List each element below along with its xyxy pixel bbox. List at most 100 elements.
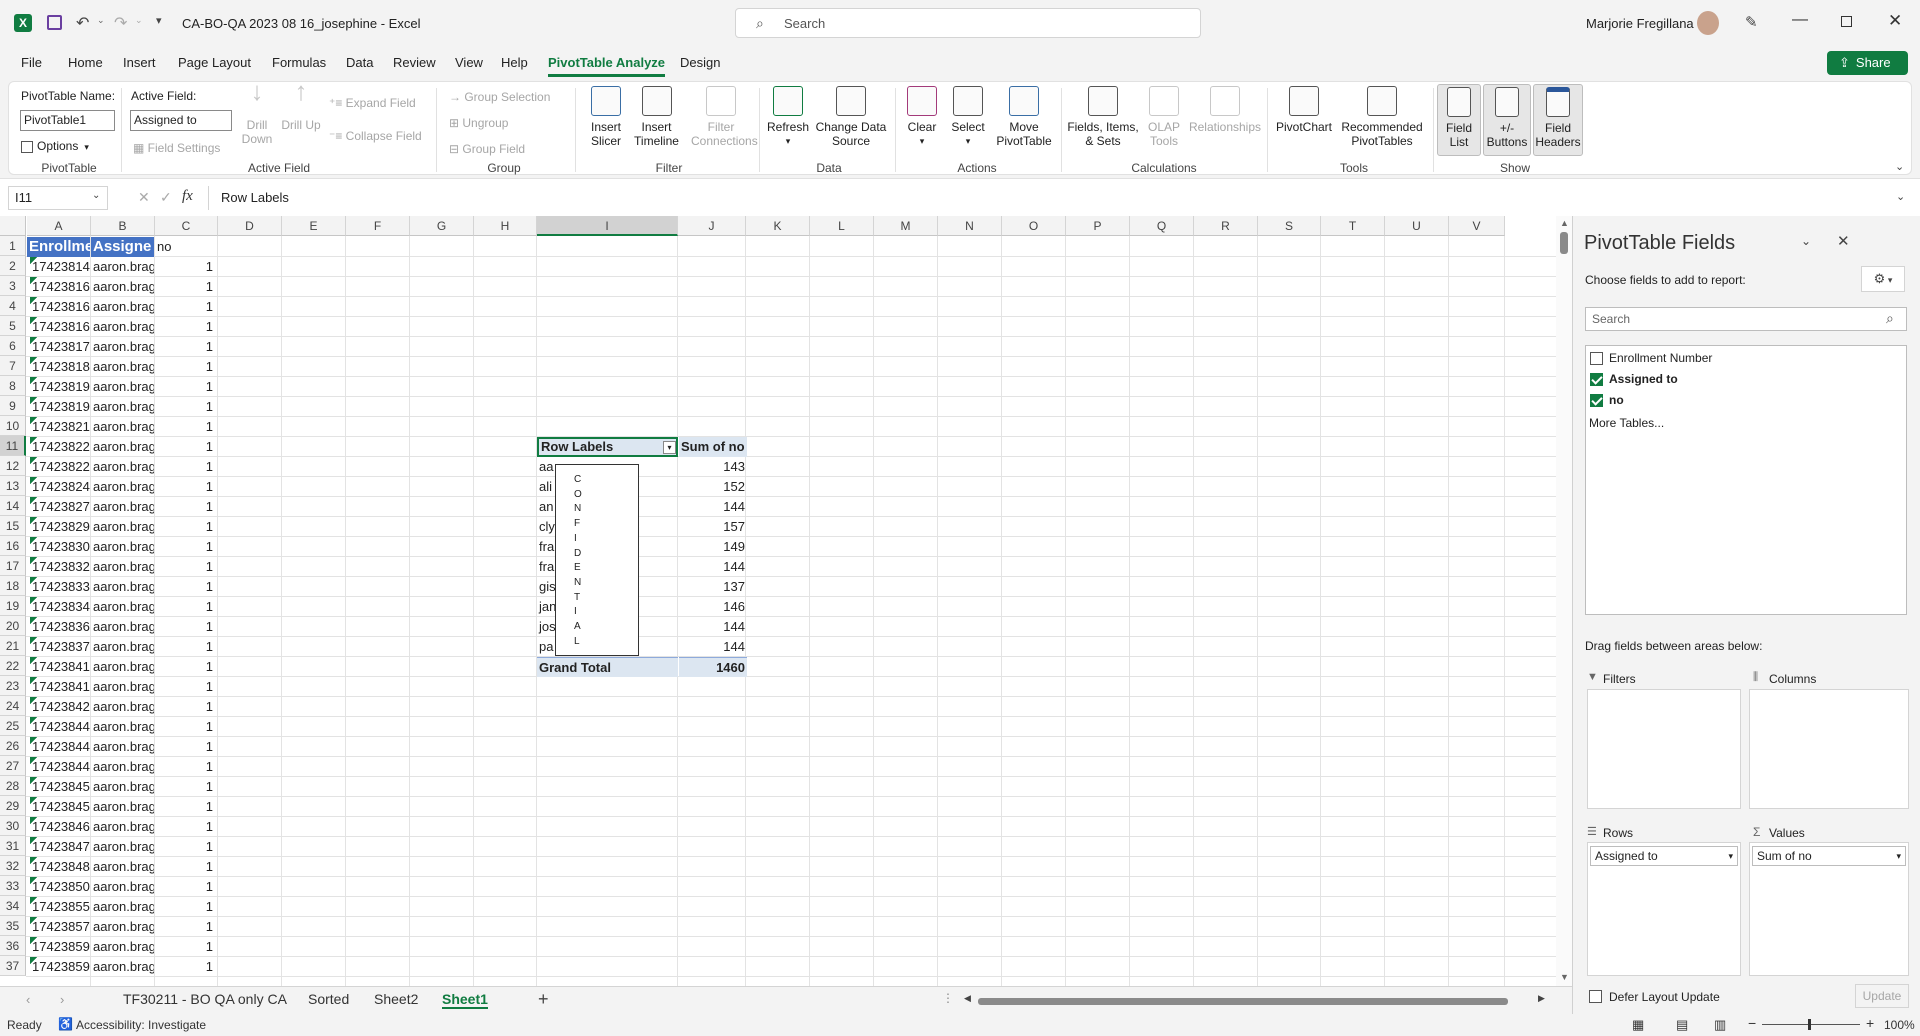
row-header-2[interactable]: 2 <box>0 256 26 276</box>
cell-assigned[interactable]: aaron.brag <box>91 857 154 877</box>
options-button[interactable]: Options ▾ <box>21 139 89 153</box>
cell-enrollment[interactable]: 174238410 <box>27 657 90 677</box>
cell-assigned[interactable]: aaron.brag <box>91 297 154 317</box>
drill-down-button[interactable]: ↓ Drill Down <box>237 78 277 146</box>
cell-no[interactable]: 1 <box>155 897 217 917</box>
cell-assigned[interactable]: aaron.brag <box>91 917 154 937</box>
cell-enrollment[interactable]: 174238451 <box>27 777 90 797</box>
cell-enrollment[interactable]: 174238578 <box>27 917 90 937</box>
row-header-37[interactable]: 37 <box>0 956 26 976</box>
cell-assigned[interactable]: aaron.brag <box>91 357 154 377</box>
cell-no[interactable]: 1 <box>155 577 217 597</box>
zoom-in-icon[interactable]: + <box>1866 1015 1874 1031</box>
accessibility-status[interactable]: Accessibility: Investigate <box>76 1018 206 1032</box>
menu-home[interactable]: Home <box>68 55 103 70</box>
cell-enrollment[interactable]: 174238475 <box>27 837 90 857</box>
field-search-input[interactable]: Search ⌕ <box>1585 307 1907 331</box>
tab-sheet2[interactable]: Sheet2 <box>374 991 418 1007</box>
row-header-29[interactable]: 29 <box>0 796 26 816</box>
olap-tools-button[interactable]: OLAP Tools <box>1141 86 1187 148</box>
zoom-slider[interactable] <box>1762 1024 1860 1025</box>
cell-enrollment[interactable]: 174238223 <box>27 457 90 477</box>
row-header-6[interactable]: 6 <box>0 336 26 356</box>
cell-c1[interactable]: no <box>155 237 217 257</box>
filters-area[interactable] <box>1587 689 1741 809</box>
column-header-s[interactable]: S <box>1258 216 1321 236</box>
insert-function-icon[interactable]: fx <box>182 188 193 205</box>
select-all-corner[interactable] <box>0 216 26 236</box>
pane-options-chevron-icon[interactable]: ⌄ <box>1801 234 1811 248</box>
cell-assigned[interactable]: aaron.brag <box>91 497 154 517</box>
undo-icon[interactable]: ↶ <box>76 13 89 33</box>
menu-data[interactable]: Data <box>346 55 373 70</box>
cell-assigned[interactable]: aaron.brag <box>91 697 154 717</box>
cell-assigned[interactable]: aaron.brag <box>91 737 154 757</box>
cell-b1[interactable]: Assigne <box>91 237 154 257</box>
row-header-12[interactable]: 12 <box>0 456 26 476</box>
pivot-row-value[interactable]: 137 <box>679 577 747 597</box>
cell-no[interactable]: 1 <box>155 437 217 457</box>
expand-field-button[interactable]: ⁺≡ Expand Field <box>329 96 416 110</box>
pen-icon[interactable]: ✎ <box>1745 13 1758 31</box>
values-area[interactable]: Sum of no ▾ <box>1749 842 1909 976</box>
zoom-out-icon[interactable]: − <box>1748 1015 1756 1031</box>
column-header-g[interactable]: G <box>410 216 474 236</box>
cell-assigned[interactable]: aaron.brag <box>91 537 154 557</box>
cell-enrollment[interactable]: 174238171 <box>27 337 90 357</box>
cell-no[interactable]: 1 <box>155 597 217 617</box>
field-label[interactable]: no <box>1609 393 1624 407</box>
cell-enrollment[interactable]: 174238141 <box>27 257 90 277</box>
redo-icon[interactable]: ↷ <box>114 13 127 33</box>
group-selection-button[interactable]: → Group Selection <box>449 90 550 104</box>
scroll-thumb[interactable] <box>1560 232 1568 254</box>
insert-timeline-button[interactable]: Insert Timeline <box>629 86 684 148</box>
cell-enrollment[interactable]: 174238443 <box>27 717 90 737</box>
cell-assigned[interactable]: aaron.brag <box>91 717 154 737</box>
cell-no[interactable]: 1 <box>155 657 217 677</box>
relationships-button[interactable]: Relationships <box>1187 86 1263 134</box>
column-header-l[interactable]: L <box>810 216 874 236</box>
cell-assigned[interactable]: aaron.brag <box>91 617 154 637</box>
column-header-d[interactable]: D <box>218 216 282 236</box>
vertical-scrollbar[interactable]: ▲ ▼ <box>1556 216 1572 986</box>
cell-enrollment[interactable]: 174238320 <box>27 557 90 577</box>
cell-no[interactable]: 1 <box>155 477 217 497</box>
cell-enrollment[interactable]: 174238220 <box>27 437 90 457</box>
row-header-32[interactable]: 32 <box>0 856 26 876</box>
buttons-toggle[interactable]: +/- Buttons <box>1483 84 1531 156</box>
cell-a1[interactable]: Enrollme <box>27 237 90 257</box>
tab-tf30211[interactable]: TF30211 - BO QA only CA <box>123 991 287 1007</box>
fields-items-sets-button[interactable]: Fields, Items, & Sets <box>1065 86 1141 148</box>
row-header-8[interactable]: 8 <box>0 376 26 396</box>
cell-enrollment[interactable]: 174238185 <box>27 357 90 377</box>
row-header-21[interactable]: 21 <box>0 636 26 656</box>
row-header-35[interactable]: 35 <box>0 916 26 936</box>
field-label[interactable]: Enrollment Number <box>1609 351 1712 365</box>
cell-assigned[interactable]: aaron.brag <box>91 757 154 777</box>
move-pivottable-button[interactable]: Move PivotTable <box>993 86 1055 148</box>
field-headers-button[interactable]: Field Headers <box>1533 84 1583 156</box>
cell-assigned[interactable]: aaron.brag <box>91 277 154 297</box>
row-header-18[interactable]: 18 <box>0 576 26 596</box>
clear-button[interactable]: Clear ▾ <box>901 86 943 148</box>
redo-dropdown-icon[interactable]: ⌄ <box>135 15 143 26</box>
scroll-down-icon[interactable]: ▼ <box>1560 972 1569 982</box>
column-header-b[interactable]: B <box>91 216 155 236</box>
cell-enrollment[interactable]: 174238216 <box>27 417 90 437</box>
column-header-p[interactable]: P <box>1066 216 1130 236</box>
row-header-30[interactable]: 30 <box>0 816 26 836</box>
row-header-26[interactable]: 26 <box>0 736 26 756</box>
drill-up-button[interactable]: ↑ Drill Up <box>281 78 321 132</box>
row-header-15[interactable]: 15 <box>0 516 26 536</box>
pivot-row-value[interactable]: 152 <box>679 477 747 497</box>
cell-enrollment[interactable]: 174238445 <box>27 737 90 757</box>
cell-enrollment[interactable]: 174238347 <box>27 597 90 617</box>
field-settings-button[interactable]: ▦ Field Settings <box>133 141 220 155</box>
column-header-e[interactable]: E <box>282 216 346 236</box>
column-header-f[interactable]: F <box>346 216 410 236</box>
column-header-v[interactable]: V <box>1449 216 1505 236</box>
undo-dropdown-icon[interactable]: ⌄ <box>97 15 105 26</box>
tab-sheet1[interactable]: Sheet1 <box>442 991 488 1009</box>
cell-assigned[interactable]: aaron.brag <box>91 837 154 857</box>
cell-enrollment[interactable]: 174238331 <box>27 577 90 597</box>
